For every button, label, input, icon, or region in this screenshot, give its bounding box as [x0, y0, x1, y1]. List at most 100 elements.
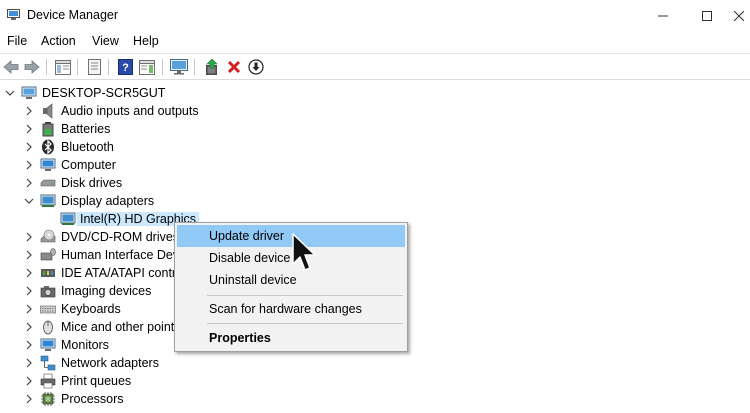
toolbar-separator	[194, 59, 195, 75]
menu-file[interactable]: File	[7, 34, 27, 48]
maximize-button[interactable]	[684, 0, 730, 31]
menu-bar: File Action View Help	[0, 31, 750, 53]
properties-button[interactable]	[85, 58, 103, 76]
battery-icon	[42, 122, 54, 137]
back-button[interactable]	[2, 58, 20, 76]
toolbar-separator	[108, 59, 109, 75]
root-label: DESKTOP-SCR5GUT	[42, 86, 166, 100]
help-button[interactable]: ?	[116, 58, 134, 76]
properties-sheet-icon	[87, 59, 101, 75]
tree-item-display-adapters[interactable]: Display adapters	[0, 192, 750, 210]
chevron-right-icon[interactable]	[24, 124, 34, 134]
close-icon	[734, 10, 744, 21]
tree-item-print-queues[interactable]: Print queues	[0, 372, 750, 390]
tree-item-label: Human Interface Dev	[61, 248, 180, 262]
tree-item-label: Print queues	[61, 374, 132, 388]
forward-button[interactable]	[23, 58, 41, 76]
tree-item-computer[interactable]: Computer	[0, 156, 750, 174]
chevron-right-icon[interactable]	[24, 322, 34, 332]
update-driver-button[interactable]	[203, 58, 221, 76]
window-title: Device Manager	[27, 8, 119, 22]
monitor-scan-icon	[170, 59, 188, 75]
tree-item-label: Display adapters	[61, 194, 155, 208]
menu-separator	[207, 323, 403, 324]
minimize-icon	[658, 15, 668, 16]
keyboard-icon	[40, 305, 56, 314]
chevron-right-icon[interactable]	[24, 178, 34, 188]
bluetooth-icon	[42, 139, 54, 155]
mouse-cursor-icon	[292, 233, 316, 271]
download-icon	[248, 59, 264, 75]
dvd-icon	[40, 229, 56, 243]
show-hide-console-tree-button[interactable]	[54, 58, 72, 76]
maximize-icon	[702, 10, 712, 21]
display-adapter-icon	[60, 212, 76, 225]
chevron-right-icon[interactable]	[24, 106, 34, 116]
ide-icon	[41, 269, 55, 277]
computer-icon	[40, 158, 56, 171]
camera-icon	[40, 286, 56, 298]
menu-help[interactable]: Help	[133, 34, 159, 48]
tree-item-disk-drives[interactable]: Disk drives	[0, 174, 750, 192]
minimize-button[interactable]	[640, 0, 686, 31]
tree-root[interactable]: DESKTOP-SCR5GUT	[0, 84, 750, 102]
scan-hardware-button[interactable]	[170, 58, 188, 76]
tree-item-label: Computer	[61, 158, 116, 172]
monitor-icon	[40, 338, 56, 351]
menu-view[interactable]: View	[92, 34, 119, 48]
disk-drive-icon	[40, 179, 56, 187]
mouse-icon	[43, 320, 53, 335]
tree-item-label: DVD/CD-ROM drives	[61, 230, 180, 244]
chevron-right-icon[interactable]	[24, 358, 34, 368]
computer-root-icon	[21, 86, 37, 99]
enable-device-button[interactable]	[247, 58, 265, 76]
tree-item-network-adapters[interactable]: Network adapters	[0, 354, 750, 372]
title-bar: Device Manager	[0, 0, 750, 31]
chevron-right-icon[interactable]	[24, 340, 34, 350]
scan-hardware-menu-item[interactable]: Scan for hardware changes	[177, 298, 405, 320]
tree-item-audio[interactable]: Audio inputs and outputs	[0, 102, 750, 120]
chevron-right-icon[interactable]	[24, 394, 34, 404]
tree-item-bluetooth[interactable]: Bluetooth	[0, 138, 750, 156]
device-manager-icon	[7, 9, 20, 20]
display-adapter-icon	[40, 194, 56, 207]
action-pane-button[interactable]	[138, 58, 156, 76]
menu-item-label: Uninstall device	[209, 273, 297, 287]
chevron-right-icon[interactable]	[24, 160, 34, 170]
menu-item-label: Disable device	[209, 251, 291, 265]
chevron-right-icon[interactable]	[24, 286, 34, 296]
chevron-right-icon[interactable]	[24, 376, 34, 386]
chevron-right-icon[interactable]	[24, 304, 34, 314]
action-pane-icon	[139, 59, 155, 75]
help-icon: ?	[117, 59, 133, 75]
tree-item-label: Monitors	[61, 338, 109, 352]
chevron-down-icon[interactable]	[5, 88, 15, 98]
tree-item-batteries[interactable]: Batteries	[0, 120, 750, 138]
close-button[interactable]	[728, 0, 750, 31]
hid-icon	[40, 248, 56, 261]
tree-item-label: Bluetooth	[61, 140, 114, 154]
menu-action[interactable]: Action	[41, 34, 76, 48]
tree-item-label: Imaging devices	[61, 284, 152, 298]
toolbar-separator	[46, 59, 47, 75]
tree-item-label: Batteries	[61, 122, 111, 136]
chevron-right-icon[interactable]	[24, 268, 34, 278]
chevron-right-icon[interactable]	[24, 232, 34, 242]
chevron-down-icon[interactable]	[24, 196, 34, 206]
speaker-icon	[43, 103, 53, 119]
svg-text:?: ?	[122, 62, 129, 74]
tree-item-processors[interactable]: Processors	[0, 390, 750, 408]
processor-icon	[41, 392, 55, 406]
tree-item-label: Mice and other pointi	[61, 320, 178, 334]
toolbar-separator	[162, 59, 163, 75]
printer-icon	[40, 373, 56, 389]
tree-item-label: Disk drives	[61, 176, 123, 190]
chevron-right-icon[interactable]	[24, 142, 34, 152]
properties-menu-item[interactable]: Properties	[177, 327, 405, 349]
chevron-right-icon[interactable]	[24, 250, 34, 260]
uninstall-button[interactable]	[225, 58, 243, 76]
forward-icon	[24, 60, 40, 74]
tree-item-label: IDE ATA/ATAPI contro	[61, 266, 184, 280]
uninstall-icon	[227, 60, 241, 74]
tree-item-label: Keyboards	[61, 302, 121, 316]
